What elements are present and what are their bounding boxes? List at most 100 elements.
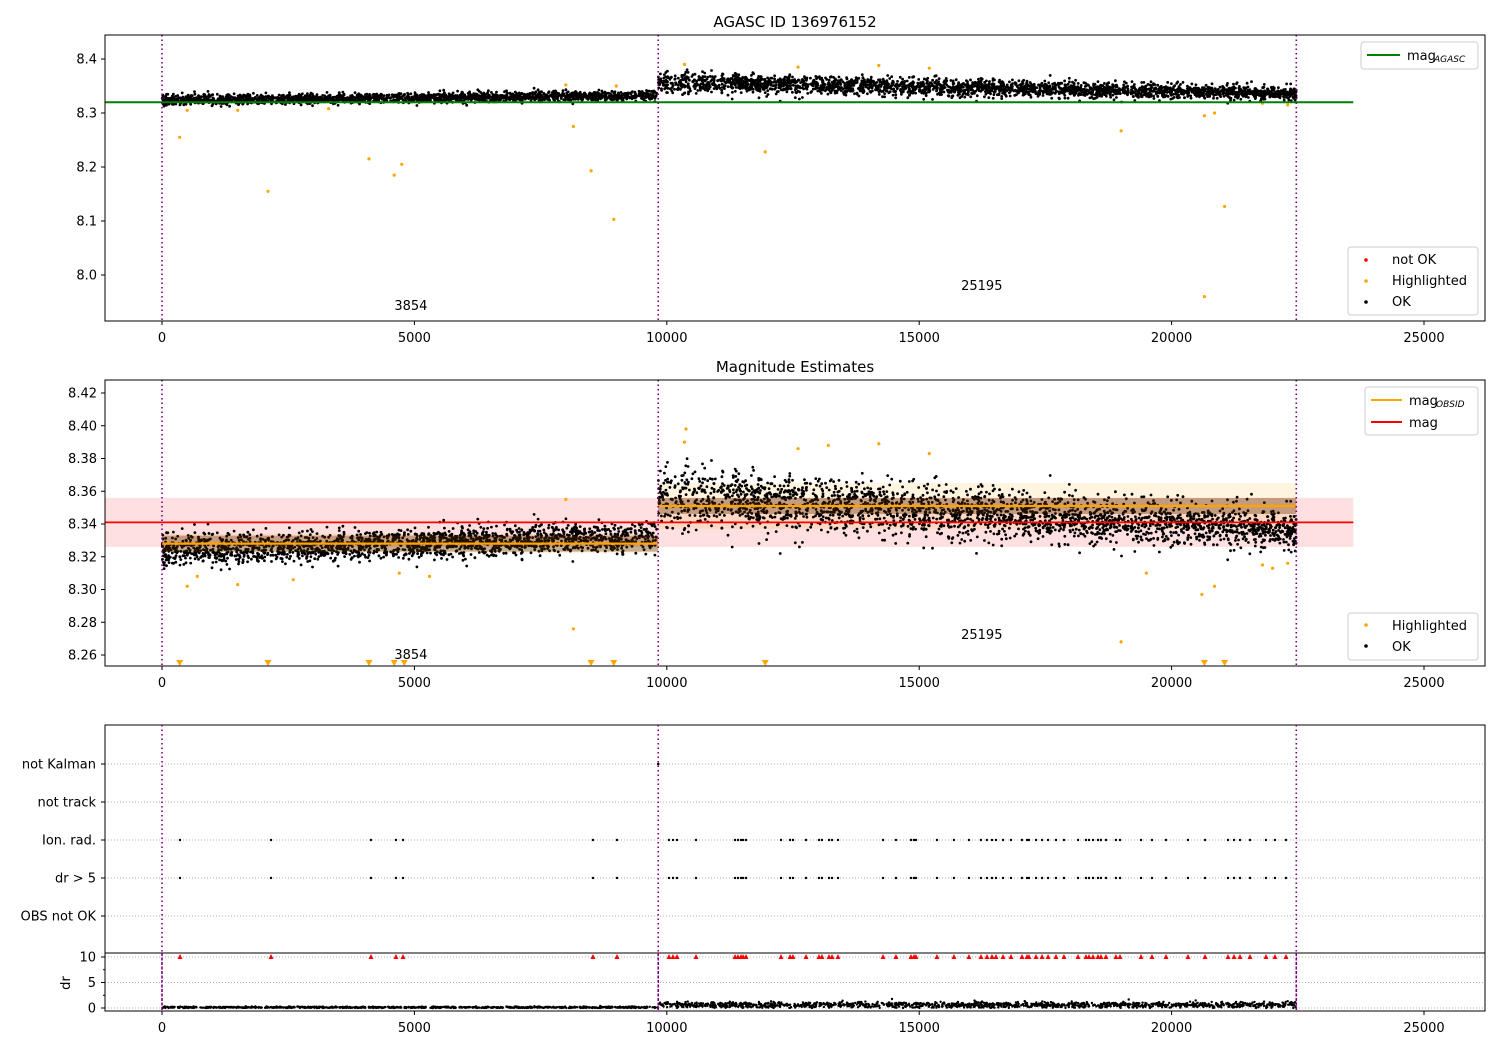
ok-point xyxy=(1038,92,1042,96)
ok-point xyxy=(857,94,861,98)
ok-point xyxy=(806,92,810,95)
ok-point xyxy=(703,79,707,83)
ok-point xyxy=(993,90,996,94)
ok-point xyxy=(1172,85,1175,89)
ok-point xyxy=(453,95,457,99)
ok-point xyxy=(830,80,834,84)
ok-point xyxy=(520,91,524,95)
ok-point xyxy=(450,93,454,97)
ok-point xyxy=(793,88,797,91)
ok-point xyxy=(710,69,713,72)
y-tick-label: 8.3 xyxy=(76,107,97,122)
ok-point xyxy=(907,85,910,89)
ok-point xyxy=(299,96,303,99)
ok-point xyxy=(576,96,580,100)
ok-point xyxy=(665,91,668,94)
ok-point xyxy=(720,91,724,95)
ok-point xyxy=(684,78,688,81)
ok-point xyxy=(1068,80,1071,84)
ok-point xyxy=(999,84,1003,88)
ok-point xyxy=(977,77,980,81)
ok-point xyxy=(1273,93,1277,96)
legend-marker-icon xyxy=(1364,258,1368,262)
ok-point xyxy=(801,86,804,90)
ok-point xyxy=(701,87,705,90)
ok-point xyxy=(308,96,311,99)
ok-point xyxy=(680,75,684,79)
ok-point xyxy=(551,95,554,99)
ok-point xyxy=(1164,90,1167,93)
ok-point xyxy=(737,85,741,89)
ok-point xyxy=(1106,84,1109,87)
ok-point xyxy=(1091,90,1094,94)
ok-point xyxy=(542,91,546,95)
ok-point xyxy=(683,73,687,76)
ok-point xyxy=(781,84,785,88)
ok-point xyxy=(548,98,551,102)
ok-point xyxy=(587,530,591,534)
ok-point xyxy=(1183,96,1186,100)
ok-point xyxy=(1067,76,1071,80)
ok-point xyxy=(597,518,601,522)
ok-point xyxy=(1277,86,1280,90)
ok-point xyxy=(996,87,999,90)
ok-point xyxy=(613,532,617,536)
ok-point xyxy=(1028,81,1032,84)
ok-point xyxy=(165,92,168,96)
ok-point xyxy=(1051,91,1055,94)
ok-point xyxy=(564,97,567,101)
ok-point xyxy=(294,98,297,102)
ok-point xyxy=(1124,81,1128,85)
ok-point xyxy=(1152,83,1155,87)
ok-point xyxy=(791,79,795,82)
ok-point xyxy=(554,89,557,93)
ok-point xyxy=(750,86,754,90)
ok-point xyxy=(699,87,702,91)
ok-point xyxy=(881,77,885,81)
ok-point xyxy=(682,91,686,95)
highlighted-point xyxy=(1202,295,1207,299)
ok-point xyxy=(271,96,275,100)
ok-point xyxy=(680,85,684,89)
ok-point xyxy=(218,94,222,98)
ok-point xyxy=(281,96,285,100)
ok-point xyxy=(349,96,352,99)
ok-point xyxy=(582,93,586,97)
ok-point xyxy=(952,87,956,91)
ok-point xyxy=(791,75,794,79)
ok-point xyxy=(789,87,793,91)
ok-point xyxy=(880,82,884,85)
ok-point xyxy=(1068,85,1072,89)
ok-point xyxy=(765,80,769,84)
ok-point xyxy=(710,90,713,94)
ok-point xyxy=(377,98,380,102)
ok-point xyxy=(1004,94,1008,98)
ok-point xyxy=(763,83,767,86)
highlighted-point xyxy=(178,135,182,139)
ok-point xyxy=(1139,88,1143,92)
ok-point xyxy=(443,91,446,95)
ok-point xyxy=(765,95,768,98)
ok-point xyxy=(391,96,395,99)
ok-point xyxy=(1152,89,1156,92)
ok-point xyxy=(277,93,281,97)
ok-point xyxy=(1251,92,1255,96)
ok-point xyxy=(878,80,882,84)
ok-point xyxy=(1099,86,1102,90)
ok-point xyxy=(726,93,730,97)
ok-point xyxy=(203,93,207,97)
ok-point xyxy=(388,96,392,100)
ok-point xyxy=(206,90,210,93)
ok-point xyxy=(1100,89,1104,93)
ok-point xyxy=(486,91,489,95)
ok-point xyxy=(791,83,795,87)
ok-point xyxy=(1088,96,1092,100)
ok-point xyxy=(759,75,763,79)
ok-point xyxy=(357,94,361,98)
ok-point xyxy=(469,94,473,97)
ok-point xyxy=(818,75,821,78)
ok-point xyxy=(714,86,718,89)
ok-point xyxy=(650,90,654,93)
ok-point xyxy=(1059,87,1063,90)
ok-point xyxy=(671,84,675,87)
